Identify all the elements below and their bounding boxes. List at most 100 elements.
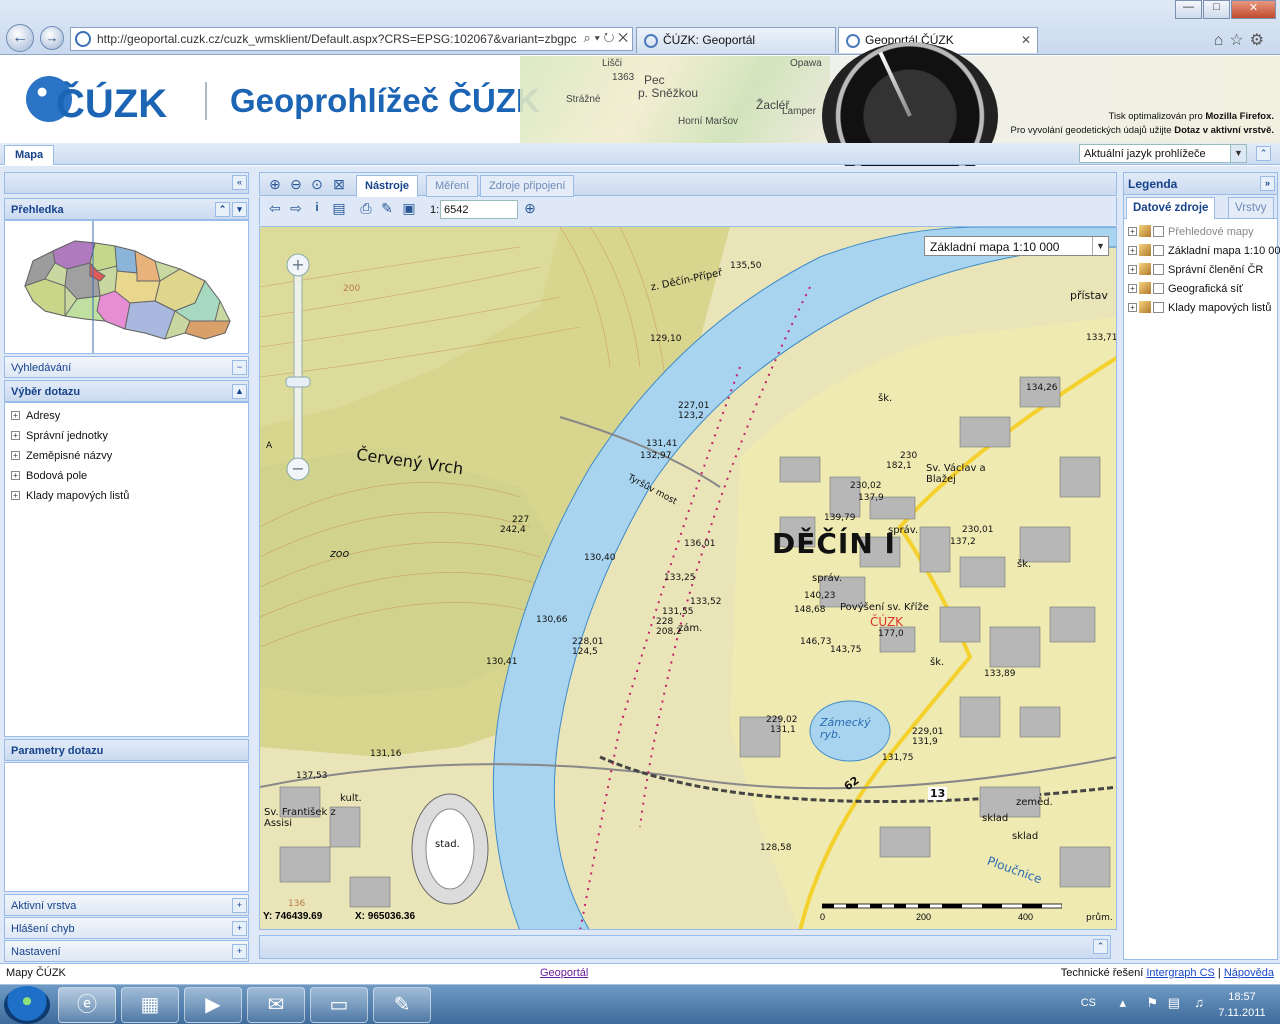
pencil-icon[interactable]: ✎ (378, 200, 396, 218)
legend-item-overview[interactable]: + Přehledové mapy (1128, 225, 1254, 238)
map-spot-height: 133,89 (984, 669, 1016, 679)
error-report-section[interactable]: Hlášení chyb + (4, 917, 249, 939)
action-center-icon[interactable]: ⚑ (1146, 995, 1158, 1011)
presentation-taskbar-icon[interactable]: ▭ (310, 987, 368, 1023)
gear-icon[interactable]: ⚙ (1250, 32, 1270, 49)
legend-item-admin[interactable]: + Správní členění ČR (1128, 263, 1263, 276)
clock-date[interactable]: 7.11.2011 (1212, 1007, 1272, 1019)
zoom-out-icon[interactable]: ⊖ (287, 176, 305, 194)
legend-item-basemap[interactable]: + Základní mapa 1:10 000 (1128, 244, 1280, 257)
tree-item-map-sheets[interactable]: + Klady mapových listů (11, 490, 129, 502)
collapse-icon[interactable]: − (232, 360, 247, 375)
expand-icon: + (1128, 303, 1137, 312)
tab-tools[interactable]: Nástroje (356, 175, 419, 197)
chevron-down-icon[interactable]: ▼ (1092, 237, 1108, 255)
intergraph-link[interactable]: Intergraph CS (1146, 967, 1214, 979)
scale-input[interactable]: 6542 (440, 200, 518, 219)
settings-section[interactable]: Nastavení + (4, 940, 249, 962)
network-icon[interactable]: ▤ (1168, 995, 1180, 1011)
search-section[interactable]: Vyhledávání − (4, 356, 249, 378)
scale-prefix: 1: (430, 204, 440, 216)
language-indicator[interactable]: CS (1081, 997, 1096, 1009)
arrow-right-icon[interactable]: ⇨ (287, 200, 305, 218)
save-icon[interactable]: ▣ (400, 200, 418, 218)
map-label-sklad: sklad (1012, 831, 1039, 842)
document-icon[interactable]: ▤ (330, 200, 348, 218)
expand-icon[interactable]: + (11, 491, 20, 500)
layer-select[interactable]: Základní mapa 1:10 000 ▼ (924, 236, 1109, 256)
back-button[interactable]: ← (6, 24, 34, 52)
map-spot-height: 140,23 (804, 591, 836, 601)
help-link[interactable]: Nápověda (1224, 967, 1274, 979)
chevron-down-icon[interactable]: ▼ (1230, 145, 1246, 162)
tab-sources[interactable]: Zdroje připojení (480, 175, 575, 197)
maximize-button[interactable]: □ (1203, 0, 1230, 19)
language-select[interactable]: Aktuální jazyk prohlížeče ▼ (1079, 144, 1247, 163)
tree-item-addresses[interactable]: + Adresy (11, 410, 60, 422)
tree-item-point-fields[interactable]: + Bodová pole (11, 470, 87, 482)
zoom-in-icon[interactable]: ⊕ (266, 176, 284, 194)
favorites-icon[interactable]: ☆ (1229, 32, 1249, 49)
map-label-stad: stad. (435, 839, 460, 850)
map-canvas[interactable]: + − DĚČÍN I Červený Vrch Ploučnice Zámec… (259, 226, 1117, 930)
layer-checkbox (1153, 226, 1164, 237)
scale-tick: 400 (1018, 912, 1034, 922)
messenger-taskbar-icon[interactable]: ✉ (247, 987, 305, 1023)
left-panel-header: « (4, 172, 249, 194)
address-bar[interactable]: http://geoportal.cuzk.cz/cuzk_wmsklient/… (70, 27, 633, 51)
expand-icon[interactable]: + (11, 411, 20, 420)
collapse-overview-icon[interactable]: ▾ (232, 202, 247, 217)
geoportal-link[interactable]: Geoportál (540, 967, 588, 979)
tab-measure[interactable]: Měření (426, 175, 479, 197)
expand-icon[interactable]: + (11, 451, 20, 460)
collapse-query-icon[interactable]: ▲ (232, 384, 247, 399)
active-layer-section[interactable]: Aktivní vrstva + (4, 894, 249, 916)
explorer-taskbar-icon[interactable]: ▦ (121, 987, 179, 1023)
address-controls[interactable]: ⌕ ▾ ↻ ✕ (579, 30, 628, 46)
expand-icon[interactable]: + (11, 431, 20, 440)
clock-time[interactable]: 18:57 (1212, 991, 1272, 1003)
close-tab-icon[interactable]: ✕ (1021, 33, 1031, 47)
expand-footer-icon[interactable]: ⌃ (1093, 939, 1108, 954)
close-window-button[interactable]: ✕ (1231, 0, 1276, 19)
media-player-taskbar-icon[interactable]: ▶ (184, 987, 242, 1023)
params-title: Parametry dotazu (11, 745, 104, 757)
tree-item-admin-units[interactable]: + Správní jednotky (11, 430, 108, 442)
expand-icon[interactable]: + (232, 944, 247, 959)
tab-data-sources[interactable]: Datové zdroje (1126, 197, 1216, 219)
map-spot-height: 177,0 (878, 629, 904, 639)
start-button[interactable] (4, 986, 50, 1024)
zoom-to-scale-icon[interactable]: ⊕ (521, 200, 539, 218)
paint-taskbar-icon[interactable]: ✎ (373, 987, 431, 1023)
tab-map[interactable]: Mapa (4, 145, 54, 165)
full-extent-icon[interactable]: ⊠ (330, 176, 348, 194)
scale-bar: 0 200 400 (820, 900, 1063, 926)
collapse-legend-icon[interactable]: » (1260, 176, 1275, 191)
zoom-box-icon[interactable]: ⊙ (308, 176, 326, 194)
volume-icon[interactable]: ♫ (1194, 995, 1204, 1010)
arrow-left-icon[interactable]: ⇦ (266, 200, 284, 218)
scale-tick: 0 (820, 912, 826, 922)
tab-layers[interactable]: Vrstvy (1228, 197, 1274, 219)
ie-taskbar-icon[interactable]: ⓔ (58, 987, 116, 1023)
tray-arrow-icon[interactable]: ▴ (1119, 995, 1126, 1011)
overview-map[interactable] (4, 220, 249, 354)
expand-icon[interactable]: + (232, 898, 247, 913)
collapse-header-icon[interactable]: ⌃ (1256, 146, 1271, 161)
maximize-overview-icon[interactable]: ⌃ (215, 202, 230, 217)
info-icon[interactable]: i (308, 200, 326, 218)
expand-icon[interactable]: + (11, 471, 20, 480)
map-spot-height: 139,79 (824, 513, 856, 523)
forward-button[interactable]: → (40, 26, 64, 50)
browser-tab-geoportal[interactable]: ČÚZK: Geoportál (636, 27, 836, 53)
collapse-left-icon[interactable]: « (232, 175, 247, 190)
legend-item-sheets[interactable]: + Klady mapových listů (1128, 301, 1271, 314)
expand-icon[interactable]: + (232, 921, 247, 936)
tree-item-geo-names[interactable]: + Zeměpisné názvy (11, 450, 112, 462)
home-icon[interactable]: ⌂ (1214, 32, 1230, 49)
map-spot-height: 148,68 (794, 605, 826, 615)
minimize-button[interactable]: — (1175, 0, 1202, 19)
map-spot-height: 227,01 (678, 401, 710, 411)
legend-item-geonet[interactable]: + Geografická síť (1128, 282, 1243, 295)
print-icon[interactable]: ⎙ (357, 200, 375, 218)
